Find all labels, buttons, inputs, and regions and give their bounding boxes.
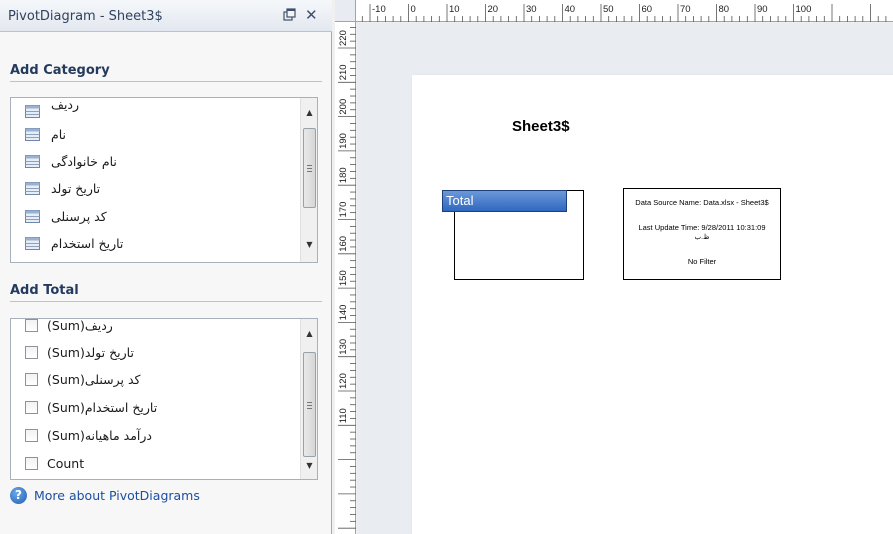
ruler-label: 90 (757, 4, 768, 15)
ruler-label: -10 (372, 4, 386, 15)
scroll-down-icon[interactable]: ▼ (303, 459, 316, 473)
ruler-label: 10 (449, 4, 460, 15)
sheet-title[interactable]: Sheet3$ (512, 118, 570, 135)
category-item[interactable]: نام (25, 124, 295, 146)
ruler-label: 70 (680, 4, 691, 15)
category-item[interactable]: تاریخ استخدام (25, 233, 295, 255)
total-item[interactable]: کد پرسنلی(Sum) (25, 369, 295, 391)
ruler-label: 100 (796, 4, 812, 15)
data-source-name: Data Source Name: Data.xlsx - Sheet3$ (635, 198, 769, 207)
last-update-time: Last Update Time: 9/28/2011 10:31:09 (638, 223, 766, 232)
checkbox[interactable] (25, 429, 38, 442)
total-item[interactable]: ردیف(Sum) (25, 319, 295, 337)
ruler-label: 30 (526, 4, 537, 15)
category-table-icon (25, 210, 40, 223)
ruler-label: 140 (338, 305, 349, 321)
ruler-label: 60 (642, 4, 653, 15)
checkbox[interactable] (25, 319, 38, 332)
ruler-label: 20 (488, 4, 499, 15)
drawing-canvas[interactable]: Sheet3$ Total Data Source Name: Data.xls… (357, 23, 893, 534)
checkbox[interactable] (25, 401, 38, 414)
category-scrollbar[interactable]: ▲ ▼ (300, 98, 317, 262)
scroll-up-icon[interactable]: ▲ (303, 106, 316, 120)
data-source-legend[interactable]: Data Source Name: Data.xlsx - Sheet3$ La… (623, 188, 781, 280)
total-node-shape[interactable]: Total (442, 190, 584, 280)
add-category-header: Add Category (10, 60, 322, 82)
ruler-label: 200 (338, 99, 349, 115)
vertical-ruler[interactable]: 220 210 200 190 180 170 160 150 140 130 120 110 (335, 22, 356, 534)
total-item[interactable]: Count (25, 453, 295, 475)
ruler-label: 150 (338, 270, 349, 286)
close-pane-icon[interactable]: ✕ (305, 6, 318, 24)
total-item[interactable]: درآمد ماهیانه(Sum) (25, 425, 295, 447)
scroll-up-icon[interactable]: ▲ (303, 327, 316, 341)
total-item[interactable]: تاریخ تولد(Sum) (25, 342, 295, 364)
horizontal-ruler[interactable]: -10 0 10 20 30 40 50 60 70 80 90 100 (356, 0, 893, 22)
vertical-ruler-ticks: 220 210 200 190 180 170 160 150 140 130 120 110 (338, 27, 356, 529)
help-link-text[interactable]: More about PivotDiagrams (34, 488, 200, 503)
drawing-page[interactable]: Sheet3$ Total Data Source Name: Data.xls… (412, 75, 893, 534)
total-label: Total (446, 193, 474, 208)
category-table-icon (25, 182, 40, 195)
ruler-label: 190 (338, 133, 349, 149)
restore-pane-icon[interactable] (283, 8, 297, 22)
category-item[interactable]: تاریخ تولد (25, 178, 295, 200)
ruler-label: 160 (338, 236, 349, 252)
ruler-label: 170 (338, 202, 349, 218)
ruler-label: 220 (338, 30, 349, 46)
category-listbox[interactable]: ردیف نام نام خانوادگی تاریخ تولد کد پرسن… (10, 97, 318, 263)
last-update-suffix: ظ.ب (694, 234, 710, 241)
category-table-icon (25, 128, 40, 141)
pivotdiagram-task-pane: PivotDiagram - Sheet3$ ✕ Add Category رد… (0, 0, 332, 534)
total-listbox[interactable]: ردیف(Sum) تاریخ تولد(Sum) کد پرسنلی(Sum)… (10, 318, 318, 480)
category-table-icon (25, 155, 40, 168)
ruler-label: 210 (338, 64, 349, 80)
checkbox[interactable] (25, 457, 38, 470)
ruler-label: 120 (338, 373, 349, 389)
ruler-label: 50 (603, 4, 614, 15)
add-total-header: Add Total (10, 280, 322, 302)
total-scrollbar[interactable]: ▲ ▼ (300, 319, 317, 479)
category-item[interactable]: ردیف (25, 98, 295, 123)
category-table-icon (25, 237, 40, 250)
scroll-thumb[interactable] (303, 128, 316, 208)
category-item[interactable]: کد پرسنلی (25, 206, 295, 228)
pane-title-bar: PivotDiagram - Sheet3$ ✕ (0, 0, 332, 32)
ruler-label: 40 (565, 4, 576, 15)
category-item[interactable]: نام خانوادگی (25, 151, 295, 173)
checkbox[interactable] (25, 346, 38, 359)
pane-title: PivotDiagram - Sheet3$ (8, 9, 163, 24)
scroll-thumb[interactable] (303, 352, 316, 457)
add-category-title: Add Category (10, 63, 110, 78)
filter-status: No Filter (687, 257, 717, 266)
checkbox[interactable] (25, 373, 38, 386)
scroll-down-icon[interactable]: ▼ (303, 238, 316, 252)
ruler-corner[interactable] (335, 0, 356, 22)
ruler-label: 180 (338, 167, 349, 183)
ruler-label: 0 (411, 4, 416, 15)
add-total-title: Add Total (10, 283, 79, 298)
ruler-label: 110 (338, 408, 349, 423)
ruler-label: 80 (719, 4, 730, 15)
ruler-label: 130 (338, 339, 349, 355)
help-question-icon[interactable]: ? (10, 487, 27, 504)
category-table-icon (25, 105, 40, 118)
total-node-header[interactable]: Total (442, 190, 567, 212)
horizontal-ruler-ticks: -10 0 10 20 30 40 50 60 70 80 90 100 (361, 4, 887, 22)
total-item[interactable]: تاریخ استخدام(Sum) (25, 397, 295, 419)
